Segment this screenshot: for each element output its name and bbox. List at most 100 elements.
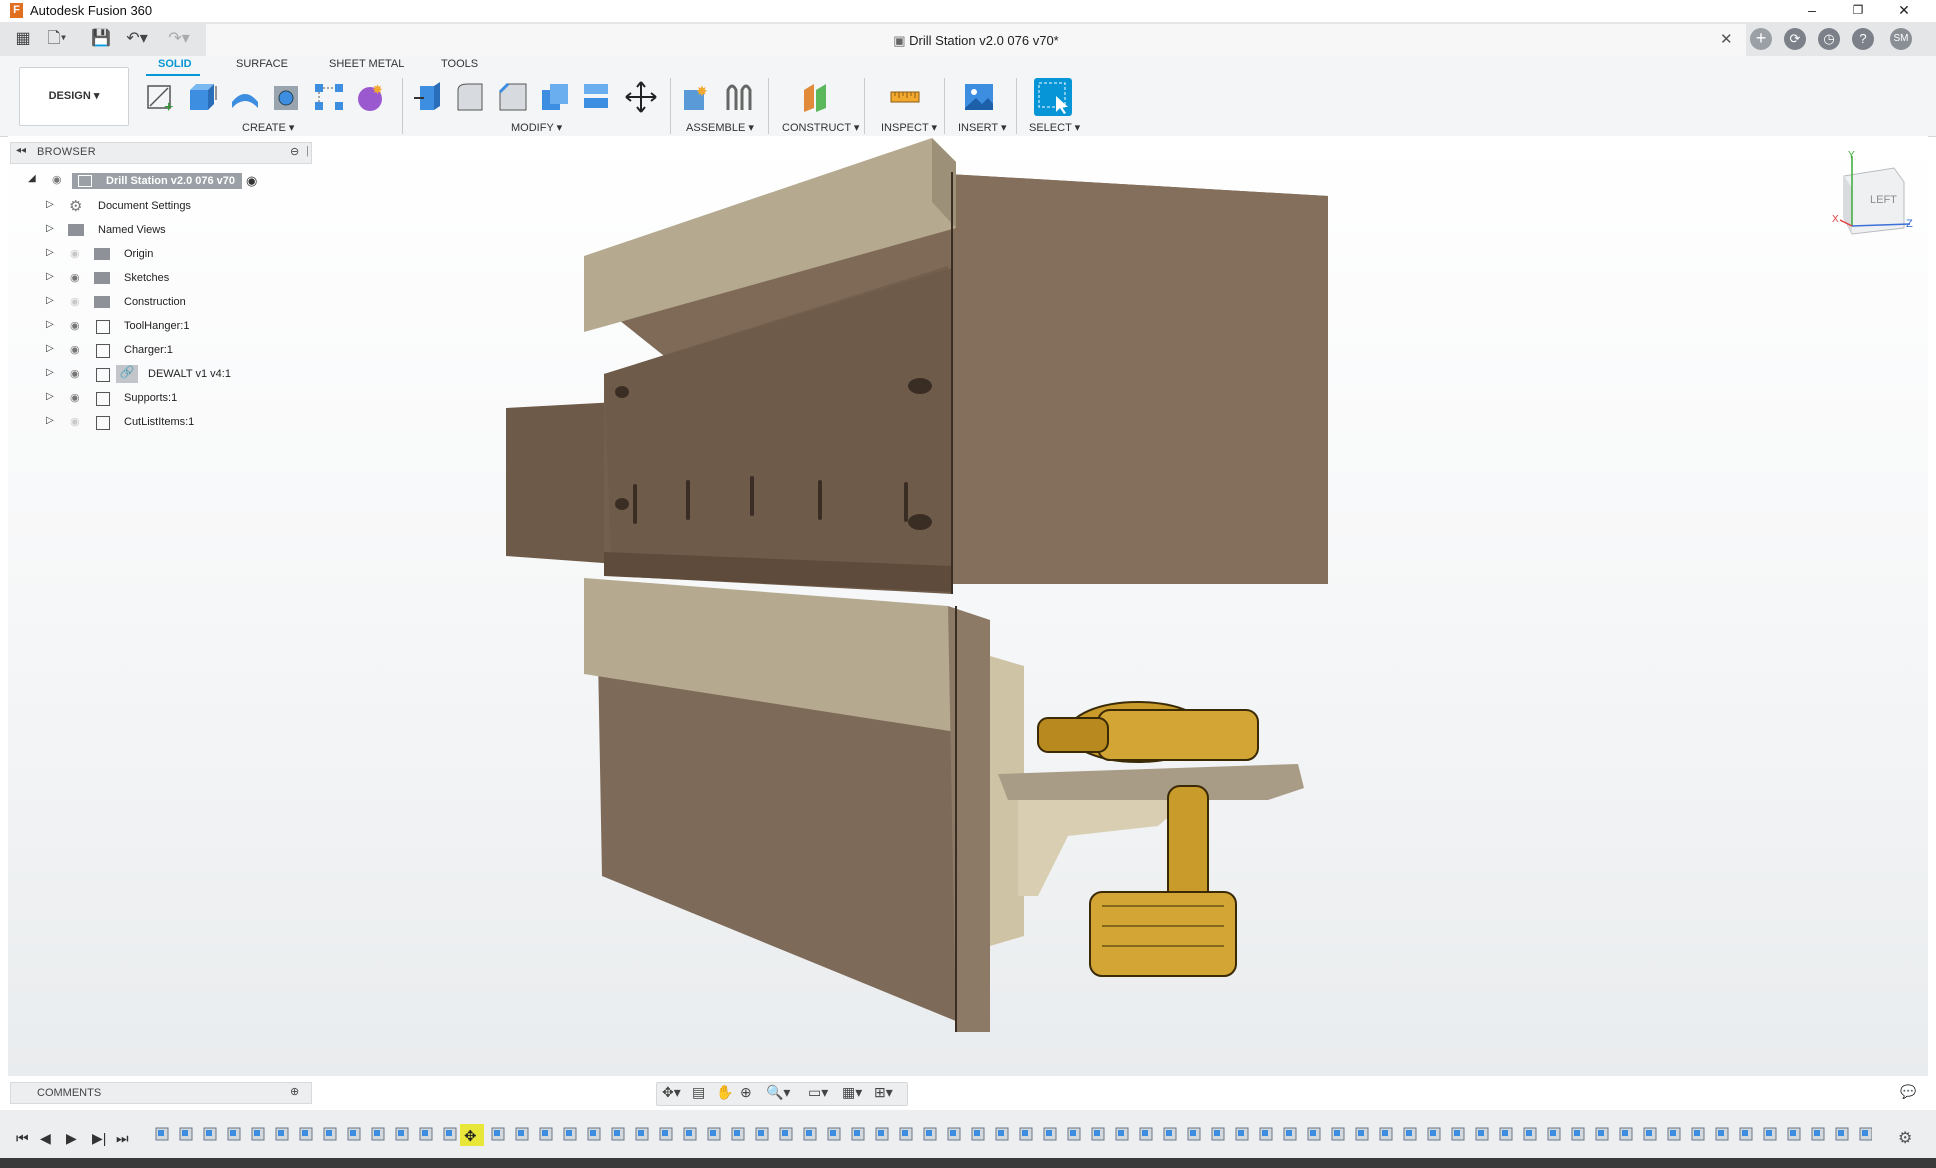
shell-icon[interactable] <box>538 80 572 114</box>
user-avatar[interactable]: SM <box>1890 28 1912 50</box>
browser-item-sketches[interactable]: ▷ ◉ Sketches <box>0 268 310 290</box>
expand-icon[interactable]: ▷ <box>46 367 54 378</box>
pattern-icon[interactable] <box>312 80 346 114</box>
extrude-icon[interactable] <box>186 80 220 114</box>
hidden-eye-icon[interactable]: ◉ <box>70 415 80 428</box>
timeline-play-icon[interactable]: ▶ <box>66 1130 77 1147</box>
document-tab[interactable]: ▣ Drill Station v2.0 076 v70* <box>206 24 1746 57</box>
insert-group-label[interactable]: INSERT ▾ <box>958 121 1007 134</box>
collapse-browser-icon[interactable]: ◂◂ <box>16 145 26 156</box>
tab-sheet-metal[interactable]: SHEET METAL <box>329 58 404 70</box>
browser-item-construction[interactable]: ▷ ◉ Construction <box>0 292 310 314</box>
select-icon[interactable] <box>1034 78 1072 116</box>
data-panel-icon[interactable]: ⟳ <box>1784 28 1806 50</box>
save-icon[interactable]: 💾 <box>88 26 114 52</box>
grid-settings-icon[interactable]: ▦▾ <box>842 1084 862 1101</box>
expand-icon[interactable]: ▷ <box>46 247 54 258</box>
browser-item-supports[interactable]: ▷ ◉ Supports:1 <box>0 388 310 410</box>
expand-icon[interactable]: ▷ <box>46 343 54 354</box>
zoom-icon[interactable]: ⊕ <box>740 1084 752 1101</box>
create-sketch-icon[interactable]: + <box>144 80 178 116</box>
timeline-start-icon[interactable]: ⏮ <box>16 1130 29 1147</box>
browser-minimize-icon[interactable]: ⊖ <box>290 145 299 158</box>
expand-icon[interactable]: ▷ <box>46 391 54 402</box>
undo-icon[interactable]: ↶▾ <box>124 26 150 52</box>
offset-plane-icon[interactable] <box>800 80 834 114</box>
redo-icon[interactable]: ↷▾ <box>166 26 192 52</box>
split-body-icon[interactable] <box>580 80 614 114</box>
visibility-eye-icon[interactable]: ◉ <box>52 173 62 186</box>
browser-item-cutlistitems[interactable]: ▷ ◉ CutListItems:1 <box>0 412 310 434</box>
workspace-switcher-button[interactable]: DESIGN ▾ <box>19 67 129 126</box>
timeline-end-icon[interactable]: ⏭ <box>116 1130 129 1147</box>
create-group-label[interactable]: CREATE ▾ <box>242 121 294 134</box>
look-at-icon[interactable]: ▤ <box>692 1084 705 1101</box>
document-close-icon[interactable]: ✕ <box>1720 30 1733 48</box>
tab-tools[interactable]: TOOLS <box>441 58 478 70</box>
expand-icon[interactable]: ▷ <box>46 223 54 234</box>
press-pull-icon[interactable] <box>412 80 446 114</box>
root-collapse-icon[interactable]: ◢ <box>28 173 36 184</box>
browser-item-dewalt[interactable]: ▷ ◉ 🔗 DEWALT v1 v4:1 <box>0 364 310 386</box>
activate-radio-icon[interactable]: ◉ <box>246 173 257 189</box>
close-button[interactable]: ✕ <box>1882 0 1926 22</box>
visibility-eye-icon[interactable]: ◉ <box>70 343 80 356</box>
link-icon[interactable]: 🔗 <box>116 365 138 383</box>
minimize-button[interactable]: – <box>1790 0 1834 22</box>
new-tab-icon[interactable]: + <box>1750 28 1772 50</box>
expand-icon[interactable]: ▷ <box>46 415 54 426</box>
modify-group-label[interactable]: MODIFY ▾ <box>511 121 562 134</box>
orbit-icon[interactable]: ✥▾ <box>662 1084 681 1101</box>
visibility-eye-icon[interactable]: ◉ <box>70 271 80 284</box>
fillet-icon[interactable] <box>454 80 488 114</box>
help-icon[interactable]: ? <box>1852 28 1874 50</box>
expand-icon[interactable]: ▷ <box>46 319 54 330</box>
insert-image-icon[interactable] <box>962 80 996 114</box>
visibility-eye-icon[interactable]: ◉ <box>70 391 80 404</box>
tab-solid[interactable]: SOLID <box>158 58 192 70</box>
timeline-settings-gear-icon[interactable]: ⚙ <box>1898 1128 1912 1148</box>
new-component-icon[interactable]: ✸ <box>680 80 714 114</box>
pan-icon[interactable]: ✋ <box>716 1084 733 1101</box>
viewports-icon[interactable]: ⊞▾ <box>874 1084 893 1101</box>
zoom-window-icon[interactable]: 🔍▾ <box>766 1084 790 1101</box>
browser-item-document-settings[interactable]: ▷ ⚙ Document Settings <box>0 196 310 218</box>
expand-icon[interactable]: ▷ <box>46 199 54 210</box>
app-grid-icon[interactable]: ▦ <box>10 26 36 52</box>
browser-root-component[interactable]: Drill Station v2.0 076 v70 <box>72 173 242 189</box>
revolve-icon[interactable] <box>228 80 262 114</box>
assemble-group-label[interactable]: ASSEMBLE ▾ <box>686 121 754 134</box>
chamfer-icon[interactable] <box>496 80 530 114</box>
file-menu-icon[interactable]: 🗋▾ <box>44 26 70 52</box>
expand-icon[interactable]: ▷ <box>46 295 54 306</box>
job-status-icon[interactable]: ◷ <box>1818 28 1840 50</box>
add-comment-icon[interactable]: ⊕ <box>290 1085 299 1098</box>
measure-icon[interactable] <box>888 80 922 114</box>
select-group-label[interactable]: SELECT ▾ <box>1029 121 1080 134</box>
viewcube-face-label[interactable]: LEFT <box>1870 194 1897 206</box>
restore-button[interactable]: ❐ <box>1836 0 1880 22</box>
timeline-next-icon[interactable]: ▶| <box>92 1130 106 1147</box>
move-copy-icon[interactable] <box>624 80 658 114</box>
browser-item-toolhanger[interactable]: ▷ ◉ ToolHanger:1 <box>0 316 310 338</box>
browser-item-origin[interactable]: ▷ ◉ Origin <box>0 244 310 266</box>
joint-icon[interactable] <box>722 80 756 114</box>
chat-icon[interactable]: 💬 <box>1900 1084 1916 1100</box>
timeline-features[interactable]: ✥ <box>152 1124 1872 1146</box>
hidden-eye-icon[interactable]: ◉ <box>70 295 80 308</box>
visibility-eye-icon[interactable]: ◉ <box>70 367 80 380</box>
create-form-icon[interactable]: ✸ <box>354 80 388 114</box>
inspect-group-label[interactable]: INSPECT ▾ <box>881 121 937 134</box>
hidden-eye-icon[interactable]: ◉ <box>70 247 80 260</box>
expand-icon[interactable]: ▷ <box>46 271 54 282</box>
timeline-prev-icon[interactable]: ◀ <box>40 1130 51 1147</box>
tab-surface[interactable]: SURFACE <box>236 58 288 70</box>
construct-group-label[interactable]: CONSTRUCT ▾ <box>782 121 859 134</box>
browser-item-charger[interactable]: ▷ ◉ Charger:1 <box>0 340 310 362</box>
visibility-eye-icon[interactable]: ◉ <box>70 319 80 332</box>
hole-icon[interactable] <box>270 80 304 114</box>
app-title: Autodesk Fusion 360 <box>30 3 153 18</box>
browser-pin-icon[interactable]: | <box>306 145 309 157</box>
display-settings-icon[interactable]: ▭▾ <box>808 1084 828 1101</box>
browser-item-named-views[interactable]: ▷ Named Views <box>0 220 310 242</box>
